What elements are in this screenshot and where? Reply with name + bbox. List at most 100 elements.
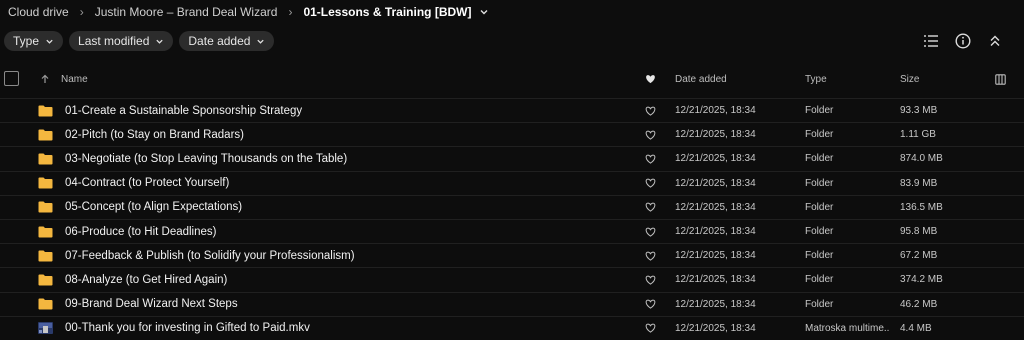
video-thumbnail-icon <box>38 317 53 340</box>
folder-icon <box>38 99 53 122</box>
file-name[interactable]: 00-Thank you for investing in Gifted to … <box>65 317 310 340</box>
info-icon[interactable] <box>954 32 972 50</box>
file-row[interactable]: 08-Analyze (to Get Hired Again) 12/21/202… <box>0 267 1024 291</box>
filter-date-added-label: Date added <box>188 34 251 48</box>
heart-outline-icon[interactable] <box>645 317 656 340</box>
file-name[interactable]: 09-Brand Deal Wizard Next Steps <box>65 293 238 316</box>
chevron-down-icon <box>257 39 265 44</box>
heart-filled-icon[interactable] <box>645 65 656 93</box>
collapse-icon[interactable] <box>986 32 1004 50</box>
file-size: 1.11 GB <box>900 129 936 141</box>
column-settings-icon[interactable] <box>995 65 1006 93</box>
breadcrumb: Cloud drive › Justin Moore – Brand Deal … <box>8 4 489 20</box>
file-date-added: 12/21/2025, 18:34 <box>675 201 756 213</box>
filter-bar: Type Last modified Date added <box>4 31 275 51</box>
column-header-name[interactable]: Name <box>61 65 88 93</box>
heart-outline-icon[interactable] <box>645 268 656 291</box>
file-size: 83.9 MB <box>900 177 938 189</box>
heart-outline-icon[interactable] <box>645 220 656 243</box>
chevron-right-icon: › <box>288 5 293 19</box>
file-size: 136.5 MB <box>900 201 943 213</box>
file-name[interactable]: 07-Feedback & Publish (to Solidify your … <box>65 244 355 267</box>
filter-last-modified-label: Last modified <box>78 34 150 48</box>
file-size: 374.2 MB <box>900 274 943 286</box>
file-date-added: 12/21/2025, 18:34 <box>675 129 756 141</box>
chevron-down-icon[interactable] <box>479 7 489 17</box>
column-header-size[interactable]: Size <box>900 65 919 93</box>
file-date-added: 12/21/2025, 18:34 <box>675 153 756 165</box>
column-header-date-added[interactable]: Date added <box>675 65 727 93</box>
heart-outline-icon[interactable] <box>645 123 656 146</box>
file-type: Folder <box>805 226 834 238</box>
chevron-down-icon <box>156 39 164 44</box>
file-date-added: 12/21/2025, 18:34 <box>675 177 756 189</box>
file-type: Folder <box>805 298 834 310</box>
filter-type-label: Type <box>13 34 40 48</box>
file-name[interactable]: 02-Pitch (to Stay on Brand Radars) <box>65 123 244 146</box>
file-size: 93.3 MB <box>900 105 938 117</box>
file-name[interactable]: 01-Create a Sustainable Sponsorship Stra… <box>65 99 302 122</box>
file-row[interactable]: 09-Brand Deal Wizard Next Steps 12/21/202… <box>0 291 1024 316</box>
file-row[interactable]: 01-Create a Sustainable Sponsorship Stra… <box>0 98 1024 122</box>
file-row[interactable]: 03-Negotiate (to Stop Leaving Thousands … <box>0 146 1024 170</box>
file-size: 95.8 MB <box>900 226 938 238</box>
file-type: Folder <box>805 274 834 286</box>
folder-icon <box>38 123 53 146</box>
sort-arrow-up-icon[interactable] <box>40 65 50 93</box>
file-type: Matroska multime... <box>805 322 889 334</box>
breadcrumb-current-folder[interactable]: 01-Lessons & Training [BDW] <box>303 5 471 19</box>
folder-icon <box>38 147 53 170</box>
file-type: Folder <box>805 201 834 213</box>
file-name[interactable]: 03-Negotiate (to Stop Leaving Thousands … <box>65 147 347 170</box>
filter-type-button[interactable]: Type <box>4 31 64 51</box>
heart-outline-icon[interactable] <box>645 293 656 316</box>
file-date-added: 12/21/2025, 18:34 <box>675 250 756 262</box>
file-date-added: 12/21/2025, 18:34 <box>675 226 756 238</box>
folder-icon <box>38 172 53 195</box>
file-row[interactable]: 07-Feedback & Publish (to Solidify your … <box>0 243 1024 267</box>
select-all-checkbox[interactable] <box>4 71 19 86</box>
heart-outline-icon[interactable] <box>645 244 656 267</box>
folder-icon <box>38 268 53 291</box>
list-view-icon[interactable] <box>922 32 940 50</box>
file-name[interactable]: 08-Analyze (to Get Hired Again) <box>65 268 227 291</box>
file-size: 874.0 MB <box>900 153 943 165</box>
chevron-down-icon <box>46 39 53 44</box>
file-row[interactable]: 06-Produce (to Hit Deadlines) 12/21/2025,… <box>0 218 1024 243</box>
file-type: Folder <box>805 129 834 141</box>
table-header: Name Date added Type Size <box>0 65 1024 93</box>
file-row[interactable]: 02-Pitch (to Stay on Brand Radars) 12/21/… <box>0 122 1024 146</box>
file-size: 4.4 MB <box>900 322 932 334</box>
file-row[interactable]: 04-Contract (to Protect Yourself) 12/21/2… <box>0 170 1024 195</box>
breadcrumb-cloud-drive[interactable]: Cloud drive <box>8 5 69 19</box>
breadcrumb-brand-deal-wizard[interactable]: Justin Moore – Brand Deal Wizard <box>95 5 278 19</box>
file-name[interactable]: 05-Concept (to Align Expectations) <box>65 196 242 219</box>
file-date-added: 12/21/2025, 18:34 <box>675 274 756 286</box>
file-row[interactable]: 00-Thank you for investing in Gifted to … <box>0 315 1024 340</box>
file-name[interactable]: 04-Contract (to Protect Yourself) <box>65 172 229 195</box>
chevron-right-icon: › <box>79 5 84 19</box>
column-header-type[interactable]: Type <box>805 65 827 93</box>
file-size: 67.2 MB <box>900 250 938 262</box>
file-type: Folder <box>805 250 834 262</box>
folder-icon <box>38 244 53 267</box>
heart-outline-icon[interactable] <box>645 172 656 195</box>
heart-outline-icon[interactable] <box>645 147 656 170</box>
file-type: Folder <box>805 105 834 117</box>
filter-last-modified-button[interactable]: Last modified <box>69 31 174 51</box>
file-type: Folder <box>805 177 834 189</box>
file-type: Folder <box>805 153 834 165</box>
file-row[interactable]: 05-Concept (to Align Expectations) 12/21/… <box>0 194 1024 219</box>
heart-outline-icon[interactable] <box>645 99 656 122</box>
heart-outline-icon[interactable] <box>645 196 656 219</box>
folder-icon <box>38 220 53 243</box>
file-list: 01-Create a Sustainable Sponsorship Stra… <box>0 98 1024 340</box>
file-size: 46.2 MB <box>900 298 938 310</box>
view-toolbar <box>922 32 1004 50</box>
folder-icon <box>38 293 53 316</box>
folder-icon <box>38 196 53 219</box>
filter-date-added-button[interactable]: Date added <box>179 31 275 51</box>
file-date-added: 12/21/2025, 18:34 <box>675 298 756 310</box>
file-date-added: 12/21/2025, 18:34 <box>675 322 756 334</box>
file-name[interactable]: 06-Produce (to Hit Deadlines) <box>65 220 217 243</box>
